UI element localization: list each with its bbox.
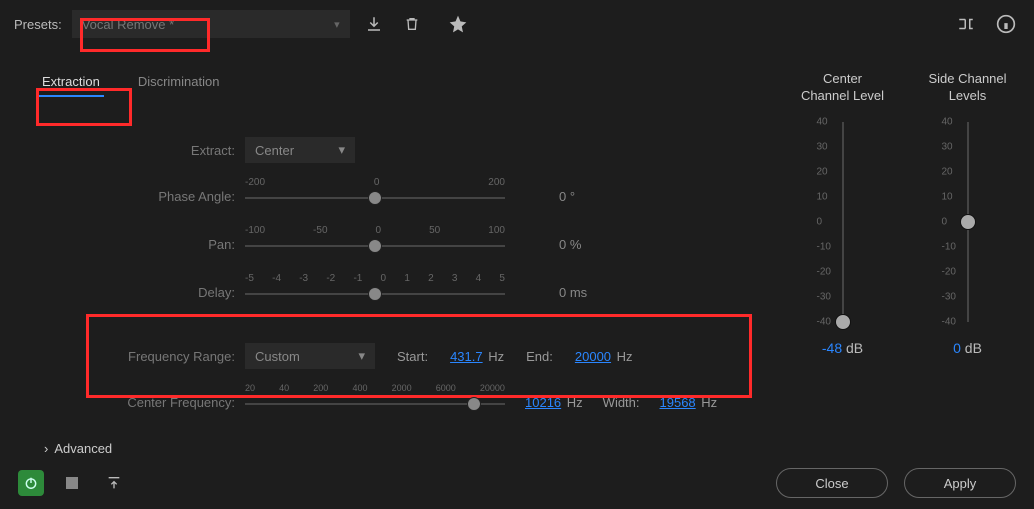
delay-slider[interactable]: -5 -4 -3 -2 -1 0 1 2 3 4 5 — [245, 277, 505, 307]
phase-label: Phase Angle: — [20, 189, 245, 204]
side-channel-title: Side Channel Levels — [915, 68, 1020, 108]
center-channel-title: Center Channel Level — [790, 68, 895, 108]
star-icon[interactable] — [444, 10, 472, 38]
tick: -20 — [817, 267, 867, 278]
tick: 0 — [817, 217, 867, 228]
tick: 30 — [817, 142, 867, 153]
tick: 0 — [374, 177, 380, 188]
tick: 40 — [817, 117, 867, 128]
tick: 20 — [942, 167, 992, 178]
tick: 30 — [942, 142, 992, 153]
end-unit: Hz — [617, 349, 633, 364]
tick: -50 — [313, 225, 327, 236]
tick: -30 — [942, 292, 992, 303]
tick: -4 — [272, 273, 281, 284]
tick: -10 — [817, 242, 867, 253]
tick: -40 — [942, 317, 992, 328]
tick: 3 — [452, 273, 458, 284]
center-channel-value[interactable]: -48 — [822, 340, 842, 356]
freqrange-select[interactable]: Custom ▾ — [245, 343, 375, 369]
presets-label: Presets: — [14, 17, 62, 32]
tick: 20 — [245, 383, 255, 393]
info-icon[interactable] — [992, 10, 1020, 38]
freqrange-value: Custom — [255, 349, 300, 364]
width-value[interactable]: 19568 — [660, 395, 696, 410]
freqrange-label: Frequency Range: — [20, 349, 245, 364]
tick: 1 — [404, 273, 410, 284]
centerfreq-label: Center Frequency: — [20, 395, 245, 410]
export-icon[interactable] — [100, 469, 128, 497]
tab-extraction[interactable]: Extraction — [38, 68, 104, 97]
tick: 6000 — [436, 383, 456, 393]
side-channel-slider[interactable]: 403020100-10-20-30-40 — [948, 122, 988, 322]
delay-readout: 0 ms — [559, 285, 609, 300]
tick: 10 — [942, 192, 992, 203]
tick: -1 — [353, 273, 362, 284]
tick: 10 — [817, 192, 867, 203]
tick: 200 — [313, 383, 328, 393]
tick: -10 — [942, 242, 992, 253]
phase-slider[interactable]: -200 0 200 — [245, 181, 505, 211]
tick: -3 — [299, 273, 308, 284]
pan-slider[interactable]: -100 -50 0 50 100 — [245, 229, 505, 259]
preset-value: Vocal Remove * — [82, 17, 175, 32]
stop-button[interactable] — [58, 469, 86, 497]
advanced-toggle[interactable]: › Advanced — [44, 441, 750, 456]
center-channel-slider[interactable]: 403020100-10-20-30-40 — [823, 122, 863, 322]
advanced-label: Advanced — [54, 441, 112, 456]
tick: 4 — [476, 273, 482, 284]
extract-select[interactable]: Center ▾ — [245, 137, 355, 163]
center-channel-unit: dB — [846, 340, 863, 356]
tick: 20000 — [480, 383, 505, 393]
close-button[interactable]: Close — [776, 468, 888, 498]
start-value[interactable]: 431.7 — [450, 349, 483, 364]
tick: 0 — [381, 273, 387, 284]
side-channel-value[interactable]: 0 — [953, 340, 961, 356]
chevron-right-icon: › — [44, 441, 48, 456]
pan-readout: 0 % — [559, 237, 609, 252]
tick: 0 — [376, 225, 382, 236]
tab-discrimination[interactable]: Discrimination — [134, 68, 224, 97]
tick: 2 — [428, 273, 434, 284]
side-channel-unit: dB — [965, 340, 982, 356]
end-value[interactable]: 20000 — [575, 349, 611, 364]
tick: 40 — [942, 117, 992, 128]
tick: -5 — [245, 273, 254, 284]
preset-dropdown[interactable]: Vocal Remove * ▾ — [72, 10, 350, 38]
routing-icon[interactable] — [952, 10, 980, 38]
chevron-down-icon: ▾ — [358, 348, 365, 364]
import-preset-icon[interactable] — [360, 10, 388, 38]
tick: 200 — [488, 177, 505, 188]
power-button[interactable] — [18, 470, 44, 496]
extract-value: Center — [255, 143, 294, 158]
pan-label: Pan: — [20, 237, 245, 252]
centerfreq-value[interactable]: 10216 — [525, 395, 561, 410]
tick: -100 — [245, 225, 265, 236]
chevron-down-icon: ▾ — [338, 142, 345, 158]
tick: 5 — [499, 273, 505, 284]
centerfreq-unit: Hz — [567, 395, 583, 410]
start-unit: Hz — [488, 349, 504, 364]
tick: 50 — [429, 225, 440, 236]
tick: 2000 — [392, 383, 412, 393]
tick: 100 — [488, 225, 505, 236]
delay-label: Delay: — [20, 285, 245, 300]
end-label: End: — [526, 349, 553, 364]
tick: 400 — [352, 383, 367, 393]
tick: -200 — [245, 177, 265, 188]
trash-icon[interactable] — [398, 10, 426, 38]
start-label: Start: — [397, 349, 428, 364]
width-label: Width: — [603, 395, 640, 410]
tick: 20 — [817, 167, 867, 178]
tick: -30 — [817, 292, 867, 303]
extract-label: Extract: — [20, 143, 245, 158]
apply-button[interactable]: Apply — [904, 468, 1016, 498]
chevron-down-icon: ▾ — [334, 18, 340, 31]
phase-readout: 0 ° — [559, 189, 609, 204]
width-unit: Hz — [701, 395, 717, 410]
tick: 40 — [279, 383, 289, 393]
tick: -2 — [326, 273, 335, 284]
tick: -20 — [942, 267, 992, 278]
centerfreq-slider[interactable]: 20 40 200 400 2000 6000 20000 — [245, 387, 505, 417]
